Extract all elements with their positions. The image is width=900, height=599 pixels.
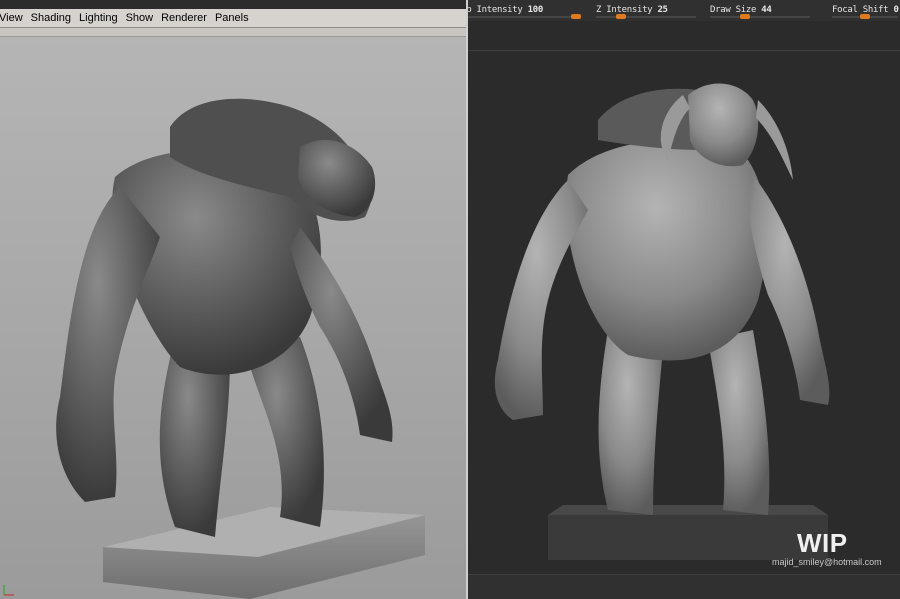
wip-watermark: WIP [797, 528, 848, 558]
menu-shading[interactable]: Shading [27, 9, 75, 27]
menu-lighting[interactable]: Lighting [75, 9, 122, 27]
zb-model-arm-left [494, 180, 588, 420]
menu-renderer[interactable]: Renderer [157, 9, 211, 27]
maya-viewport[interactable] [0, 37, 468, 599]
axis-gizmo-icon [3, 585, 14, 596]
menu-view[interactable]: View [0, 9, 27, 27]
model-arm-left [56, 187, 160, 502]
zb-model-torso [566, 140, 767, 361]
maya-panel-menubar: View Shading Lighting Show Renderer Pane… [0, 9, 468, 28]
zb-model-base-top [548, 505, 828, 515]
menu-show[interactable]: Show [122, 9, 158, 27]
zbrush-window: Rgb Intensity 100 Z Intensity 25 Draw Si… [468, 0, 900, 599]
maya-title-strip [0, 0, 468, 9]
zb-model-horn-right [756, 100, 793, 180]
zb-model-leg-right [708, 330, 770, 515]
zbrush-bottom-bar [468, 574, 900, 599]
author-email: majid_smiley@hotmail.com [772, 557, 882, 567]
menu-panels[interactable]: Panels [211, 9, 253, 27]
maya-toolbar [0, 28, 468, 37]
zb-model-base [548, 515, 828, 560]
sculpt-model-maya [56, 98, 425, 599]
sculpt-model-zbrush [494, 83, 830, 560]
maya-window: View Shading Lighting Show Renderer Pane… [0, 0, 468, 599]
